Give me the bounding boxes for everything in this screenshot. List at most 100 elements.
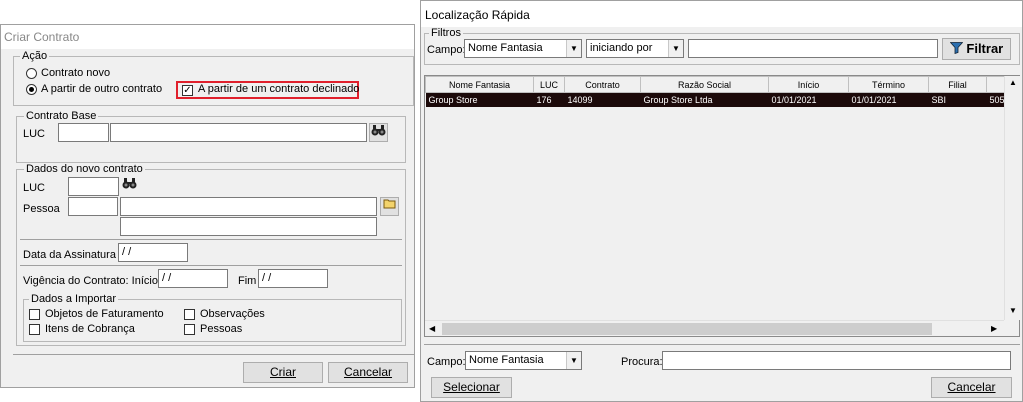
novo-contrato-legend: Dados do novo contrato <box>24 163 145 175</box>
column-header[interactable]: Início <box>768 76 849 93</box>
horizontal-scroll-thumb[interactable] <box>442 323 932 335</box>
horizontal-scrollbar[interactable]: ◀ ▶ <box>425 320 1004 336</box>
checkbox-itens[interactable] <box>29 324 40 335</box>
scroll-down-arrow-icon[interactable]: ▼ <box>1009 306 1017 315</box>
binoculars-icon <box>371 125 386 140</box>
pessoa-extra-input[interactable] <box>120 217 377 236</box>
base-luc-input[interactable] <box>58 123 109 142</box>
assinatura-label: Data da Assinatura <box>23 249 116 261</box>
novo-luc-label: LUC <box>23 182 46 194</box>
modo-select-value: iniciando por <box>590 42 653 54</box>
table-cell: 01/01/2021 <box>768 92 849 107</box>
funnel-icon <box>949 41 967 56</box>
bottom-campo-value: Nome Fantasia <box>469 354 544 366</box>
checkbox-objetos[interactable] <box>29 309 40 320</box>
table-cell: SBI <box>928 92 987 107</box>
column-header[interactable]: Razão Social <box>640 76 769 93</box>
pessoa-browse-button[interactable] <box>380 197 399 216</box>
table-row[interactable]: Group Store 176 14099 Group Store Ltda 01/01… <box>425 92 1004 107</box>
results-table: Nome Fantasia LUC Contrato Razão Social Iníc… <box>425 76 1004 107</box>
selecionar-button[interactable]: Selecionar <box>431 377 512 398</box>
radio-outro-contrato-label: A partir de outro contrato <box>41 83 163 95</box>
vigencia-label: Vigência do Contrato: Início <box>23 275 158 287</box>
importar-legend: Dados a Importar <box>29 293 118 305</box>
checkbox-pessoas[interactable] <box>184 324 195 335</box>
vigencia-fim-input[interactable]: / / <box>258 269 328 288</box>
folder-icon <box>383 199 396 212</box>
filtrar-label: Filtrar <box>966 41 1004 56</box>
column-header[interactable]: Término <box>848 76 929 93</box>
bottom-campo-label: Campo: <box>427 356 466 368</box>
base-luc-label: LUC <box>23 128 46 140</box>
separator-1 <box>20 239 402 240</box>
checkbox-contrato-declinado-label: A partir de um contrato declinado <box>198 83 360 95</box>
filtrar-button[interactable]: Filtrar <box>942 38 1011 60</box>
checkbox-objetos-label: Objetos de Faturamento <box>45 308 164 320</box>
checkbox-contrato-declinado[interactable]: ✓ <box>182 85 193 96</box>
chevron-down-icon[interactable]: ▼ <box>566 40 581 57</box>
checkbox-itens-label: Itens de Cobrança <box>45 323 135 335</box>
modo-select[interactable]: iniciando por ▼ <box>586 39 684 58</box>
campo-label: Campo: <box>427 44 466 56</box>
contrato-base-legend: Contrato Base <box>24 110 99 122</box>
grid-header-row: Nome Fantasia LUC Contrato Razão Social Iníc… <box>425 76 1004 93</box>
table-cell: 14099 <box>564 92 641 107</box>
base-search-button[interactable] <box>369 123 388 142</box>
chevron-down-icon[interactable]: ▼ <box>668 40 683 57</box>
table-cell: 01/01/2021 <box>848 92 929 107</box>
localizacao-titlebar: Localização Rápida <box>421 1 1022 27</box>
table-cell: 176 <box>533 92 565 107</box>
procura-input[interactable] <box>662 351 1011 370</box>
criar-button[interactable]: Criar <box>243 362 323 383</box>
filtro-input[interactable] <box>688 39 938 58</box>
fim-label: Fim <box>238 275 257 287</box>
footer-separator <box>13 354 414 355</box>
pessoa-code-input[interactable] <box>68 197 118 216</box>
chevron-down-icon[interactable]: ▼ <box>566 352 581 369</box>
grid-viewport: Nome Fantasia LUC Contrato Razão Social Iníc… <box>425 76 1004 320</box>
results-grid: Nome Fantasia LUC Contrato Razão Social Iníc… <box>424 75 1020 337</box>
scroll-up-arrow-icon[interactable]: ▲ <box>1009 78 1017 87</box>
scroll-left-arrow-icon[interactable]: ◀ <box>429 324 435 333</box>
assinatura-input[interactable]: / / <box>118 243 188 262</box>
bottom-campo-select[interactable]: Nome Fantasia ▼ <box>465 351 582 370</box>
novo-search-button[interactable] <box>120 177 139 196</box>
localizacao-window: Localização Rápida Filtros Campo: Nome F… <box>420 0 1023 402</box>
acao-legend: Ação <box>20 50 50 62</box>
filtros-legend: Filtros <box>429 27 463 39</box>
radio-contrato-novo[interactable] <box>26 68 37 79</box>
criar-contrato-title: Criar Contrato <box>4 30 80 44</box>
scroll-right-arrow-icon[interactable]: ▶ <box>991 324 997 333</box>
checkbox-pessoas-label: Pessoas <box>200 323 243 335</box>
importar-group <box>23 299 402 342</box>
checkbox-observacoes-label: Observações <box>200 308 265 320</box>
column-header[interactable]: Nome Fantasia <box>425 76 534 93</box>
pessoa-label: Pessoa <box>23 203 60 215</box>
table-cell: Group Store <box>425 92 534 107</box>
column-header[interactable]: Filial <box>928 76 987 93</box>
table-cell: Group Store Ltda <box>640 92 769 107</box>
campo-select[interactable]: Nome Fantasia ▼ <box>464 39 582 58</box>
base-luc-description[interactable] <box>110 123 367 142</box>
loc-cancelar-button[interactable]: Cancelar <box>931 377 1012 398</box>
pessoa-name-input[interactable] <box>120 197 377 216</box>
campo-select-value: Nome Fantasia <box>468 42 543 54</box>
checkbox-observacoes[interactable] <box>184 309 195 320</box>
localizacao-title: Localização Rápida <box>425 8 530 22</box>
radio-contrato-novo-label: Contrato novo <box>41 67 111 79</box>
procura-label: Procura: <box>621 356 663 368</box>
table-cell: 505 <box>986 92 1004 107</box>
criar-contrato-window: Criar Contrato Ação Contrato novo A part… <box>0 24 415 388</box>
column-header[interactable]: LUC <box>533 76 565 93</box>
loc-footer-separator <box>424 344 1020 345</box>
vertical-scrollbar[interactable]: ▲ ▼ <box>1004 76 1020 320</box>
separator-2 <box>20 265 402 266</box>
radio-outro-contrato[interactable] <box>26 84 37 95</box>
binoculars-icon <box>122 178 137 193</box>
vigencia-inicio-input[interactable]: / / <box>158 269 228 288</box>
column-header[interactable]: II <box>986 76 1004 93</box>
novo-luc-input[interactable] <box>68 177 119 196</box>
criar-contrato-titlebar: Criar Contrato <box>1 25 414 49</box>
cancelar-button[interactable]: Cancelar <box>328 362 408 383</box>
column-header[interactable]: Contrato <box>564 76 641 93</box>
